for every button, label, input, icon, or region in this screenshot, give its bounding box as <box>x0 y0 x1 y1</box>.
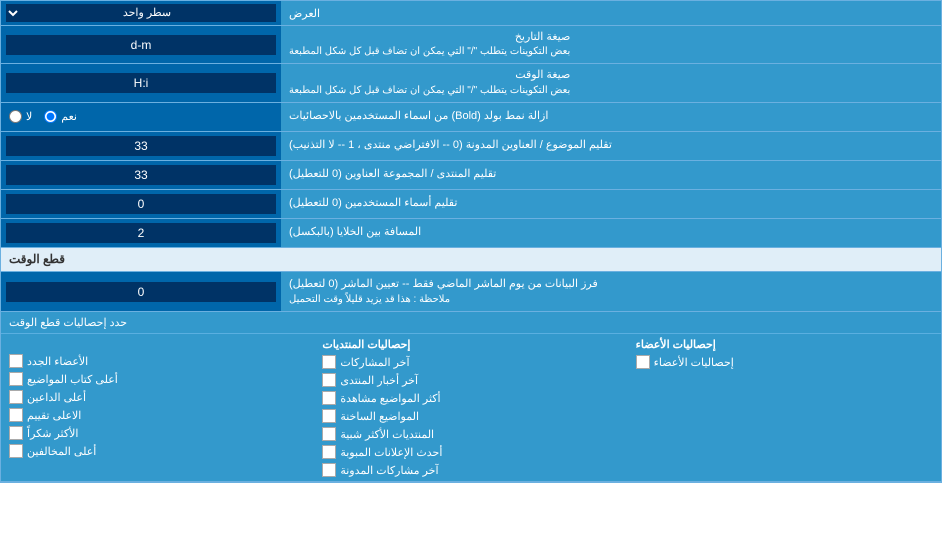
display-mode-label: العرض <box>281 1 941 25</box>
date-format-input-cell <box>1 26 281 63</box>
cell-spacing-input-cell <box>1 219 281 247</box>
forum-truncate-input-cell <box>1 161 281 189</box>
chk-top-writers-item[interactable]: أعلى كتاب المواضيع <box>9 372 306 386</box>
freeze-section-title: قطع الوقت <box>9 252 65 266</box>
chk-last-news-item[interactable]: آخر أخبار المنتدى <box>322 373 619 387</box>
time-format-row: صيغة الوقت بعض التكوينات يتطلب "/" التي … <box>1 64 941 102</box>
chk-similar-forums-box[interactable] <box>322 427 336 441</box>
freeze-note: ملاحظة : هذا قد يزيد قليلاً وقت التحميل <box>289 292 450 307</box>
time-format-label: صيغة الوقت بعض التكوينات يتطلب "/" التي … <box>281 64 941 101</box>
freeze-row: فرز البيانات من يوم الماشر الماضي فقط --… <box>1 272 941 313</box>
topic-truncate-label: تقليم الموضوع / العناوين المدونة (0 -- ا… <box>281 132 941 160</box>
topic-truncate-row: تقليم الموضوع / العناوين المدونة (0 -- ا… <box>1 132 941 161</box>
col1-header-item: - <box>9 338 306 350</box>
chk-top-raters-box[interactable] <box>9 408 23 422</box>
display-mode-input-cell: سطر واحد <box>1 1 281 25</box>
radio-yes: نعم <box>44 110 77 123</box>
bold-remove-text: ازالة نمط بولد (Bold) من اسماء المستخدمي… <box>289 109 548 124</box>
bold-remove-row: ازالة نمط بولد (Bold) من اسماء المستخدمي… <box>1 103 941 132</box>
checkboxes-body: إحصاليات الأعضاء إحصاليات الأعضاء إحصالي… <box>1 334 941 481</box>
cell-spacing-row: المسافة بين الخلايا (بالبكسل) <box>1 219 941 248</box>
topic-truncate-input-cell <box>1 132 281 160</box>
forum-truncate-input[interactable] <box>6 165 276 185</box>
date-format-label: صيغة التاريخ بعض التكوينات يتطلب "/" الت… <box>281 26 941 63</box>
forum-truncate-text: تقليم المنتدى / المجموعة العناوين (0 للت… <box>289 167 496 182</box>
checkboxes-section: حدد إحصاليات قطع الوقت إحصاليات الأعضاء … <box>1 312 941 482</box>
chk-most-thanks-box[interactable] <box>9 426 23 440</box>
user-truncate-label: تقليم أسماء المستخدمين (0 للتعطيل) <box>281 190 941 218</box>
radio-no-input[interactable] <box>9 110 22 123</box>
bold-remove-label: ازالة نمط بولد (Bold) من اسماء المستخدمي… <box>281 103 941 131</box>
chk-top-writers-box[interactable] <box>9 372 23 386</box>
checkbox-col-forums: إحصاليات المنتديات آخر المشاركات آخر أخب… <box>314 334 627 481</box>
chk-top-violators-item[interactable]: أعلى المخالفين <box>9 444 306 458</box>
chk-stats-members-item[interactable]: إحصاليات الأعضاء <box>636 355 933 369</box>
freeze-input[interactable] <box>6 282 276 302</box>
checkboxes-label-row: حدد إحصاليات قطع الوقت <box>1 312 941 334</box>
chk-top-uploaders-box[interactable] <box>9 390 23 404</box>
freeze-input-cell <box>1 272 281 312</box>
topic-truncate-input[interactable] <box>6 136 276 156</box>
chk-most-viewed-item[interactable]: أكثر المواضيع مشاهدة <box>322 391 619 405</box>
chk-new-members-item[interactable]: الأعضاء الجدد <box>9 354 306 368</box>
date-format-title: صيغة التاريخ <box>289 30 570 45</box>
freeze-label: فرز البيانات من يوم الماشر الماضي فقط --… <box>281 272 941 312</box>
date-format-row: صيغة التاريخ بعض التكوينات يتطلب "/" الت… <box>1 26 941 64</box>
display-mode-row: العرض سطر واحد <box>1 1 941 26</box>
chk-top-raters-item[interactable]: الاعلى تقييم <box>9 408 306 422</box>
chk-last-active-item[interactable]: المواضيع الساخنة <box>322 409 619 423</box>
freeze-section-header: قطع الوقت <box>1 248 941 272</box>
col3-header-item: إحصاليات الأعضاء <box>636 338 933 351</box>
date-format-sublabel: بعض التكوينات يتطلب "/" التي يمكن ان تضا… <box>289 45 570 59</box>
time-format-input[interactable] <box>6 73 276 93</box>
freeze-main-label: فرز البيانات من يوم الماشر الماضي فقط --… <box>289 276 598 293</box>
chk-most-viewed-box[interactable] <box>322 391 336 405</box>
radio-yes-input[interactable] <box>44 110 57 123</box>
forum-truncate-label: تقليم المنتدى / المجموعة العناوين (0 للت… <box>281 161 941 189</box>
cell-spacing-input[interactable] <box>6 223 276 243</box>
chk-last-shared-item[interactable]: آخر مشاركات المدونة <box>322 463 619 477</box>
topic-truncate-text: تقليم الموضوع / العناوين المدونة (0 -- ا… <box>289 138 612 153</box>
user-truncate-text: تقليم أسماء المستخدمين (0 للتعطيل) <box>289 196 457 211</box>
cell-spacing-label: المسافة بين الخلايا (بالبكسل) <box>281 219 941 247</box>
chk-last-posts-box[interactable] <box>322 355 336 369</box>
chk-last-posts-item[interactable]: آخر المشاركات <box>322 355 619 369</box>
chk-last-news-box[interactable] <box>322 373 336 387</box>
user-truncate-input-cell <box>1 190 281 218</box>
chk-new-members-box[interactable] <box>9 354 23 368</box>
chk-recent-ads-box[interactable] <box>322 445 336 459</box>
forum-truncate-row: تقليم المنتدى / المجموعة العناوين (0 للت… <box>1 161 941 190</box>
chk-similar-forums-item[interactable]: المنتديات الأكثر شبية <box>322 427 619 441</box>
time-format-input-cell <box>1 64 281 101</box>
chk-last-shared-box[interactable] <box>322 463 336 477</box>
display-mode-text: العرض <box>289 7 320 20</box>
display-mode-select[interactable]: سطر واحد <box>6 4 276 22</box>
checkbox-col-members: - الأعضاء الجدد أعلى كتاب المواضيع أعلى … <box>1 334 314 481</box>
user-truncate-row: تقليم أسماء المستخدمين (0 للتعطيل) <box>1 190 941 219</box>
bold-remove-input-cell: نعم لا <box>1 103 281 131</box>
col2-header-item: إحصاليات المنتديات <box>322 338 619 351</box>
cell-spacing-text: المسافة بين الخلايا (بالبكسل) <box>289 225 421 240</box>
chk-recent-ads-item[interactable]: أحدث الإعلانات المبوبة <box>322 445 619 459</box>
time-format-sublabel: بعض التكوينات يتطلب "/" التي يمكن ان تضا… <box>289 84 570 98</box>
chk-most-thanks-item[interactable]: الأكثر شكراً <box>9 426 306 440</box>
chk-last-active-box[interactable] <box>322 409 336 423</box>
checkbox-col-stats-members: إحصاليات الأعضاء إحصاليات الأعضاء <box>628 334 941 481</box>
chk-top-uploaders-item[interactable]: أعلى الداعين <box>9 390 306 404</box>
checkboxes-label: حدد إحصاليات قطع الوقت <box>9 316 127 329</box>
radio-no: لا <box>9 110 32 123</box>
user-truncate-input[interactable] <box>6 194 276 214</box>
time-format-title: صيغة الوقت <box>289 68 570 83</box>
date-format-input[interactable] <box>6 35 276 55</box>
chk-top-violators-box[interactable] <box>9 444 23 458</box>
chk-stats-members-box[interactable] <box>636 355 650 369</box>
